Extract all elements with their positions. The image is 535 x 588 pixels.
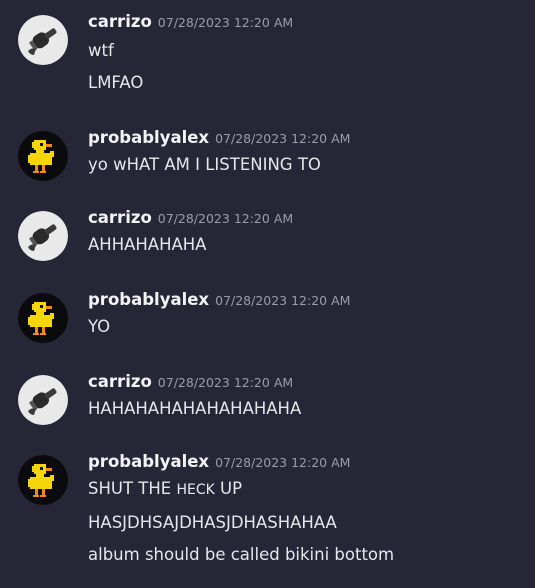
carrizo-avatar-icon[interactable]	[18, 15, 68, 65]
message-header: carrizo 07/28/2023 12:20 AM	[88, 208, 293, 230]
username[interactable]: probablyalex	[88, 128, 209, 147]
message-header: probablyalex 07/28/2023 12:20 AM	[88, 452, 350, 474]
username[interactable]: carrizo	[88, 372, 152, 391]
timestamp: 07/28/2023 12:20 AM	[215, 293, 351, 308]
message-header: carrizo 07/28/2023 12:20 AM	[88, 372, 293, 394]
carrizo-avatar-icon[interactable]	[18, 211, 68, 261]
timestamp: 07/28/2023 12:20 AM	[157, 375, 294, 390]
timestamp: 07/28/2023 12:20 AM	[215, 131, 351, 146]
timestamp: 07/28/2023 12:20 AM	[157, 15, 294, 30]
message-text: AHHAHAHAHA	[88, 235, 207, 254]
message-text: HAHAHAHAHAHAHAHAHA	[88, 399, 302, 418]
message-text-part: UP	[214, 479, 243, 498]
probablyalex-avatar-icon[interactable]	[18, 131, 68, 181]
message-text: wtf	[88, 41, 114, 60]
username[interactable]: carrizo	[88, 208, 152, 227]
message-text: HASJDHSAJDHASJDHASHAHAA	[88, 513, 337, 532]
message-header: probablyalex 07/28/2023 12:20 AM	[88, 128, 350, 150]
message-text: YO	[88, 317, 111, 336]
message-text: SHUT THE HECK UP	[88, 478, 242, 500]
message-text-part: SHUT THE	[88, 479, 177, 498]
message-header: probablyalex 07/28/2023 12:20 AM	[88, 290, 350, 312]
message-text: yo wHAT AM I LISTENING TO	[88, 155, 321, 174]
probablyalex-avatar-icon[interactable]	[18, 455, 68, 505]
username[interactable]: probablyalex	[88, 290, 209, 309]
message-text-part: HECK	[176, 482, 215, 498]
message-text: LMFAO	[88, 73, 144, 92]
timestamp: 07/28/2023 12:20 AM	[215, 455, 351, 470]
carrizo-avatar-icon[interactable]	[18, 375, 68, 425]
username[interactable]: carrizo	[88, 12, 152, 31]
timestamp: 07/28/2023 12:20 AM	[157, 211, 294, 226]
message-text: album should be called bikini bottom	[88, 545, 395, 564]
username[interactable]: probablyalex	[88, 452, 209, 471]
probablyalex-avatar-icon[interactable]	[18, 293, 68, 343]
chat-messages: carrizo 07/28/2023 12:20 AM wtf LMFAO pr…	[0, 0, 535, 588]
message-header: carrizo 07/28/2023 12:20 AM	[88, 12, 293, 34]
